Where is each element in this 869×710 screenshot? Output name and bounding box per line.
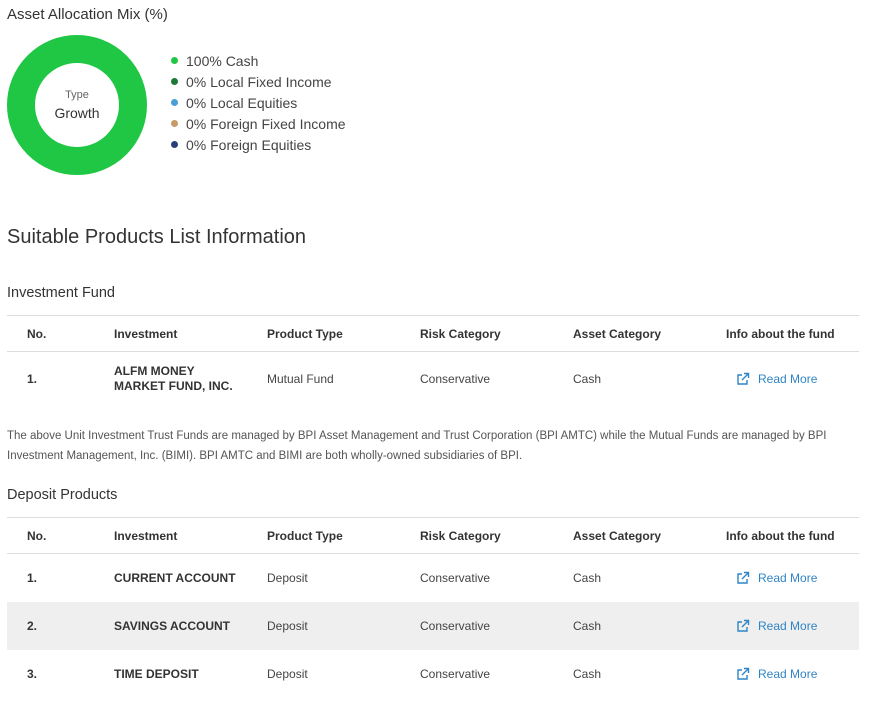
deposit-products-title: Deposit Products [7,487,118,503]
donut-center: Type Growth [7,35,147,175]
donut-type-value: Growth [54,105,100,121]
header-asset-category: Asset Category [573,326,662,341]
row-investment: ALFM MONEY MARKET FUND, INC. [114,364,233,393]
legend-label: 0% Local Equities [186,94,298,111]
row-risk: Conservative [420,372,491,386]
legend-label: 100% Cash [186,52,259,69]
row-investment: CURRENT ACCOUNT [114,571,236,585]
legend-label: 0% Foreign Equities [186,136,312,153]
table-row: 1. ALFM MONEY MARKET FUND, INC. Mutual F… [7,352,859,406]
allocation-legend: 100% Cash 0% Local Fixed Income 0% Local… [171,50,346,155]
header-risk-category: Risk Category [420,326,501,341]
row-investment: TIME DEPOSIT [114,667,199,681]
section-title: Suitable Products List Information [7,226,307,248]
header-asset-category: Asset Category [573,528,662,543]
table-row: 2. SAVINGS ACCOUNT Deposit Conservative … [7,602,859,650]
table-header: No. Investment Product Type Risk Categor… [7,315,859,352]
row-no: 1. [27,372,38,386]
legend-item-cash: 100% Cash [171,50,346,71]
read-more-link[interactable]: Read More [736,619,817,633]
header-product-type: Product Type [267,326,343,341]
row-investment: SAVINGS ACCOUNT [114,619,231,633]
read-more-label: Read More [758,667,818,681]
row-no: 3. [27,667,38,681]
legend-dot [171,141,178,148]
legend-dot [171,57,178,64]
external-link-icon [737,667,750,680]
table-row: 1. CURRENT ACCOUNT Deposit Conservative … [7,554,859,602]
header-no: No. [27,326,47,341]
header-investment: Investment [114,326,178,341]
legend-label: 0% Foreign Fixed Income [186,115,346,132]
legend-dot [171,99,178,106]
row-product-type: Mutual Fund [267,372,334,386]
row-asset: Cash [573,372,602,386]
read-more-link[interactable]: Read More [736,372,817,386]
header-investment: Investment [114,528,178,543]
row-product-type: Deposit [267,619,308,633]
row-product-type: Deposit [267,667,308,681]
header-risk-category: Risk Category [420,528,501,543]
row-no: 2. [27,619,38,633]
read-more-link[interactable]: Read More [736,667,817,681]
row-asset: Cash [573,619,602,633]
read-more-label: Read More [758,619,818,633]
table-row: 3. TIME DEPOSIT Deposit Conservative Cas… [7,650,859,698]
row-asset: Cash [573,667,602,681]
external-link-icon [737,372,750,385]
header-product-type: Product Type [267,528,343,543]
external-link-icon [737,619,750,632]
investment-fund-title: Investment Fund [7,285,115,301]
read-more-link[interactable]: Read More [736,571,817,585]
legend-dot [171,120,178,127]
deposit-products-table: No. Investment Product Type Risk Categor… [7,517,859,698]
row-risk: Conservative [420,571,491,585]
investment-fund-table: No. Investment Product Type Risk Categor… [7,315,859,406]
row-risk: Conservative [420,667,491,681]
row-risk: Conservative [420,619,491,633]
legend-dot [171,78,178,85]
legend-label: 0% Local Fixed Income [186,73,332,90]
legend-item-foreign-fixed-income: 0% Foreign Fixed Income [171,113,346,134]
allocation-title: Asset Allocation Mix (%) [7,6,168,23]
legend-item-foreign-equities: 0% Foreign Equities [171,134,346,155]
managers-note: The above Unit Investment Trust Funds ar… [7,430,827,462]
header-info: Info about the fund [726,326,835,341]
row-no: 1. [27,571,38,585]
table-header: No. Investment Product Type Risk Categor… [7,517,859,554]
external-link-icon [737,571,750,584]
header-info: Info about the fund [726,528,835,543]
row-asset: Cash [573,571,602,585]
legend-item-local-equities: 0% Local Equities [171,92,346,113]
read-more-label: Read More [758,571,818,585]
read-more-label: Read More [758,372,818,386]
header-no: No. [27,528,47,543]
donut-type-label: Type [65,89,89,101]
legend-item-local-fixed-income: 0% Local Fixed Income [171,71,346,92]
row-product-type: Deposit [267,571,308,585]
